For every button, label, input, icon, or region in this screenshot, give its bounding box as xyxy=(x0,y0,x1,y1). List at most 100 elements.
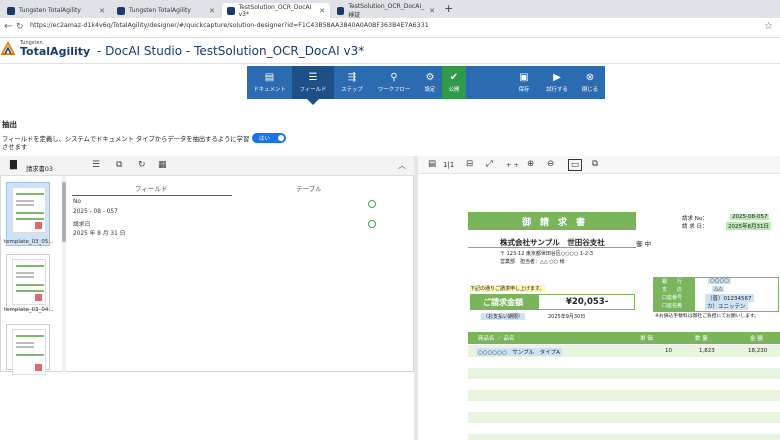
section-description-cont: させます xyxy=(2,144,28,151)
field-label: No xyxy=(73,199,81,205)
toolbar-close-button[interactable]: ⊗ 閉じる xyxy=(576,66,604,99)
page-icon[interactable]: ▤ xyxy=(428,159,436,169)
fit-page-icon[interactable]: ⊟ xyxy=(466,159,473,169)
favicon-icon xyxy=(227,6,235,15)
tab-fields[interactable]: フィールド xyxy=(135,183,167,193)
fee-note: ※お振込手数料は御社ご負担にてお願いします。 xyxy=(655,314,760,319)
thumbnail-page xyxy=(12,187,46,233)
page-title: - DocAI Studio - TestSolution_OCR_DocAI … xyxy=(97,44,365,58)
toolbar-workflow-button[interactable]: ⚲ ワークフロー xyxy=(370,66,418,99)
thumbnail-scrollbar-thumb[interactable] xyxy=(62,182,66,242)
toolbar-fields-button[interactable]: ☰ フィールド xyxy=(292,66,334,99)
collapse-icon[interactable]: ︿ xyxy=(398,160,406,171)
bookmark-star-icon[interactable]: ☆ xyxy=(764,21,773,32)
invoice-no-label: 請求 No： xyxy=(682,216,708,222)
fields-icon: ☰ xyxy=(308,72,318,83)
row-amount: 18,230 xyxy=(748,348,768,354)
image-zoom-icon[interactable]: ⧉ xyxy=(116,160,122,170)
close-icon: ⊗ xyxy=(585,72,595,83)
table-row xyxy=(468,434,780,440)
close-tab-icon[interactable]: ✕ xyxy=(319,7,325,15)
rotate-icon[interactable]: ⧉ xyxy=(592,159,598,169)
invoice-no-value[interactable]: 2025-08-057 xyxy=(730,214,770,220)
field-label: 請求日 xyxy=(73,222,91,228)
favicon-icon xyxy=(117,6,125,15)
thumbnail-3[interactable] xyxy=(6,324,50,375)
tungsten-logo-icon xyxy=(0,40,17,57)
url-field[interactable]: https://ec2amaz-d1k4v6q/TotalAgility/des… xyxy=(30,22,429,29)
zoom-step-label[interactable]: + + xyxy=(506,161,519,169)
tab-table[interactable]: テーブル xyxy=(296,183,322,193)
new-tab-icon[interactable]: + xyxy=(444,2,453,15)
document-name: 請求書03 xyxy=(26,166,53,173)
field-value[interactable]: 2025 年 8 月 31 日 xyxy=(73,228,125,237)
thumbnail-caption: template_03_05... xyxy=(4,239,54,245)
toolbar-settings-button[interactable]: ⚙ 設定 xyxy=(418,66,442,99)
favicon-icon xyxy=(337,6,345,15)
bank-value: △△ xyxy=(712,286,725,292)
toolbar-try-button[interactable]: ▶ 試行する xyxy=(538,66,576,99)
request-note: 下記の通りご請求申し上げます。 xyxy=(470,285,545,292)
thumbnail-1[interactable] xyxy=(6,182,50,246)
brand-name: TotalAgility xyxy=(20,45,91,58)
page-indicator: 1|1 xyxy=(443,161,455,169)
toolbar-label: ステップ xyxy=(341,87,363,93)
gear-icon: ⚙ xyxy=(425,72,435,83)
reload-icon[interactable]: ↻ xyxy=(16,22,24,32)
toolbar-label: 保存 xyxy=(518,87,530,93)
close-tab-icon[interactable]: ✕ xyxy=(209,7,215,15)
invoice-date-value[interactable]: 2025年8月31日 xyxy=(726,222,771,230)
toolbar-save-button[interactable]: ▣ 保存 xyxy=(510,66,538,99)
toggle-knob xyxy=(278,135,284,141)
tab-label: TestSolution_OCR_DocAI_検証 xyxy=(348,2,425,19)
row-qty: 1,823 xyxy=(699,348,715,354)
document-icon: ▤ xyxy=(264,72,275,83)
toolbar-steps-button[interactable]: ⇶ ステップ xyxy=(334,66,370,99)
zoom-in-icon[interactable]: ⊕ xyxy=(527,159,534,169)
toolbar-label: ワークフロー xyxy=(377,87,411,93)
col-qty: 数 量 xyxy=(695,336,708,342)
list-view-icon[interactable]: ☰ xyxy=(92,160,100,170)
refresh-icon[interactable]: ↻ xyxy=(138,160,146,170)
toolbar-label: 公開 xyxy=(448,87,460,93)
bank-key: 支 店 xyxy=(662,287,683,293)
customer-honorific: 御 中 xyxy=(636,240,652,248)
grid-icon[interactable]: ▦ xyxy=(158,160,167,170)
browser-tab-2[interactable]: Tungsten TotalAgility ✕ xyxy=(112,3,220,18)
field-value[interactable]: 2025 - 08 - 057 xyxy=(73,209,118,215)
row-unit-price: 10 xyxy=(665,348,672,354)
thumbnail-2[interactable] xyxy=(6,254,50,310)
col-amount: 金 額 xyxy=(750,336,763,342)
amount-label: ご請求金額 xyxy=(483,298,523,307)
close-tab-icon[interactable]: ✕ xyxy=(429,7,435,15)
play-icon: ▶ xyxy=(553,72,561,83)
browser-tab-4[interactable]: TestSolution_OCR_DocAI_検証 ✕ xyxy=(332,2,440,19)
learn-toggle[interactable]: はい xyxy=(252,133,286,143)
due-label: （お支払い期限） xyxy=(481,313,526,320)
invoice-date-label: 請 求 日： xyxy=(682,224,708,230)
amount-value[interactable]: ¥20,053- xyxy=(566,297,608,307)
fields-panel-header xyxy=(0,156,414,176)
field-status-icon xyxy=(368,200,376,208)
section-heading: 抽出 xyxy=(2,120,17,129)
toolbar-document-button[interactable]: ▤ ドキュメント xyxy=(247,66,292,99)
publish-check-icon: ✔ xyxy=(449,72,459,83)
toolbar-publish-button[interactable]: ✔ 公開 xyxy=(442,66,466,99)
browser-tab-3[interactable]: TestSolution_OCR_DocAI v3* ✕ xyxy=(222,3,330,18)
back-icon[interactable]: ← xyxy=(4,21,12,32)
fit-width-icon[interactable]: ⤢ xyxy=(486,159,493,169)
thumbnail-caption: template_03_04... xyxy=(4,307,54,313)
bank-key: 口座番号 xyxy=(662,295,683,301)
thumbnail-page xyxy=(12,329,46,375)
invoice-title: 御 請 求 書 xyxy=(522,218,586,228)
favicon-icon xyxy=(7,6,15,15)
tab-label: Tungsten TotalAgility xyxy=(129,7,191,14)
row-item-name: ○○○○○○ サンプル タイプA xyxy=(476,348,562,356)
close-tab-icon[interactable]: ✕ xyxy=(99,7,105,15)
workflow-icon: ⚲ xyxy=(390,72,398,83)
customer-address: 〒 123-12 東京都世田谷区○○○○ 1-2-3 xyxy=(500,251,594,257)
select-region-icon[interactable]: ▭ xyxy=(568,159,583,171)
zoom-out-icon[interactable]: ⊖ xyxy=(547,159,554,169)
browser-tab-1[interactable]: Tungsten TotalAgility ✕ xyxy=(2,3,110,18)
document-icon: ▇ xyxy=(10,160,17,170)
